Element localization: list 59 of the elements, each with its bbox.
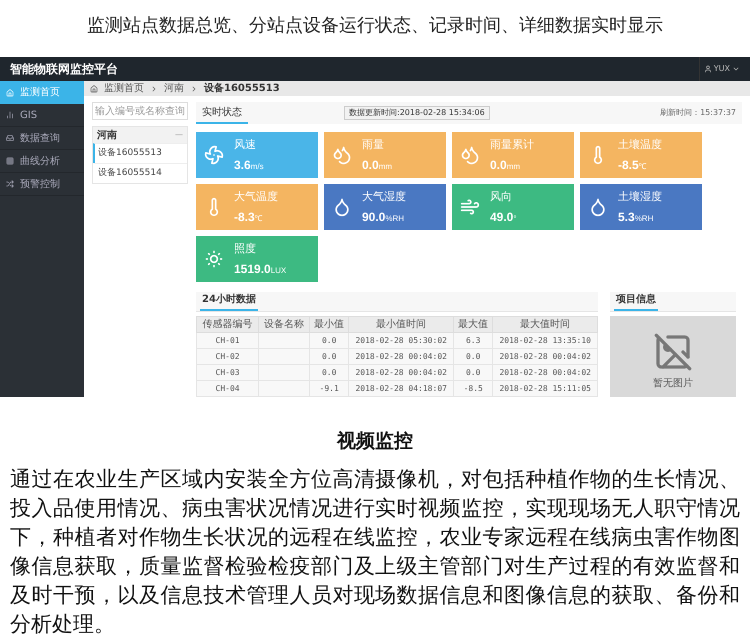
sensor-value: -8.5℃ — [618, 156, 648, 174]
sensor-name: 土壤温度 — [618, 137, 662, 154]
sensor-name: 大气湿度 — [362, 189, 406, 206]
sensor-value: 0.0mm — [490, 156, 522, 174]
chevron-icon — [150, 84, 158, 93]
no-image-icon — [653, 332, 693, 372]
breadcrumb-link[interactable]: 设备16055513 — [204, 81, 280, 96]
home-icon — [90, 84, 98, 93]
sensor-value: 49.0° — [490, 208, 517, 226]
section-text: 通过在农业生产区域内安装全方位高清摄像机，对包括种植作物的生长情况、投入品使用情况、病虫害状况情况进行实时视频监控，实现现场无人职守情况下，种植者对作物生长状况的远程在线监控，农业专家远程在线病虫害作物图像信息获取，质量监督检验检疫部门及上级主管部门对生产过程的有效监督和及时干预，以及信息技术管理人员对现场数据信息和图像信息的获取、备份和分析处理。 — [9, 466, 741, 638]
app-title: 智能物联网监控平台 — [10, 61, 118, 78]
menu-icon — [6, 180, 14, 188]
sensor-name: 照度 — [234, 241, 257, 258]
device-item[interactable]: 设备16055514 — [93, 163, 187, 184]
sensor-name: 雨量 — [362, 137, 385, 154]
sensor-value: 1519.0LUX — [234, 260, 286, 278]
column-header: 最小值时间 — [348, 316, 454, 333]
table-cell: -8.5 — [453, 380, 493, 396]
sensor-name: 雨量累计 — [490, 137, 534, 154]
page-heading: 监测站点数据总览、分站点设备运行状态、记录时间、详细数据实时显示 — [86, 14, 664, 38]
sensor-icon — [204, 249, 224, 270]
sensor-name: 大气温度 — [234, 189, 278, 206]
chevron-icon — [190, 84, 198, 93]
menu-icon — [6, 111, 14, 120]
table-cell: CH-04 — [196, 380, 259, 396]
table-cell: -9.1 — [309, 380, 349, 396]
breadcrumb-link[interactable]: 河南 — [164, 81, 184, 96]
table-cell: 2018-02-28 15:11:05 — [492, 380, 598, 396]
sensor-name: 风速 — [234, 137, 257, 154]
project-title[interactable]: 项目信息 — [614, 292, 658, 312]
column-header: 最大值时间 — [492, 316, 598, 333]
sensor-value: 5.3%RH — [618, 208, 654, 226]
sensor-icon — [460, 145, 480, 166]
column-header: 传感器编号 — [196, 316, 259, 333]
no-image-text: 暂无图片 — [653, 376, 693, 391]
menu-icon — [6, 134, 14, 142]
update-time-button[interactable]: 数据更新时间:2018-02-28 15:34:06 — [344, 106, 490, 120]
tab[interactable]: 实时状态 — [196, 102, 248, 124]
sensor-name: 土壤湿度 — [618, 189, 662, 206]
search-field[interactable]: 输入编号或名称查询 — [92, 102, 188, 120]
sensor-value: 0.0mm — [362, 156, 392, 174]
menu-icon — [6, 88, 14, 97]
sensor-icon — [332, 145, 352, 166]
sensor-value: 90.0%RH — [362, 208, 406, 226]
group-name: 河南 — [97, 128, 117, 143]
table-cell: 2018-02-28 04:18:07 — [348, 380, 454, 396]
device-item[interactable]: 设备16055513 — [93, 143, 187, 164]
sensor-icon — [204, 145, 224, 166]
user-icon — [704, 65, 712, 74]
sensor-name: 风向 — [490, 189, 513, 206]
table-cell — [258, 380, 310, 396]
table-title[interactable]: 24小时数据 — [200, 292, 258, 312]
refresh-time: 刷新时间：15:37:37 — [660, 107, 736, 120]
menu-icon — [6, 157, 14, 166]
section-title: 视频监控 — [336, 428, 414, 454]
sensor-icon — [460, 197, 480, 218]
sensor-value: 3.6m/s — [234, 156, 264, 174]
sensor-value: -8.3℃ — [234, 208, 264, 226]
breadcrumb-link[interactable]: 监测首页 — [104, 81, 144, 96]
